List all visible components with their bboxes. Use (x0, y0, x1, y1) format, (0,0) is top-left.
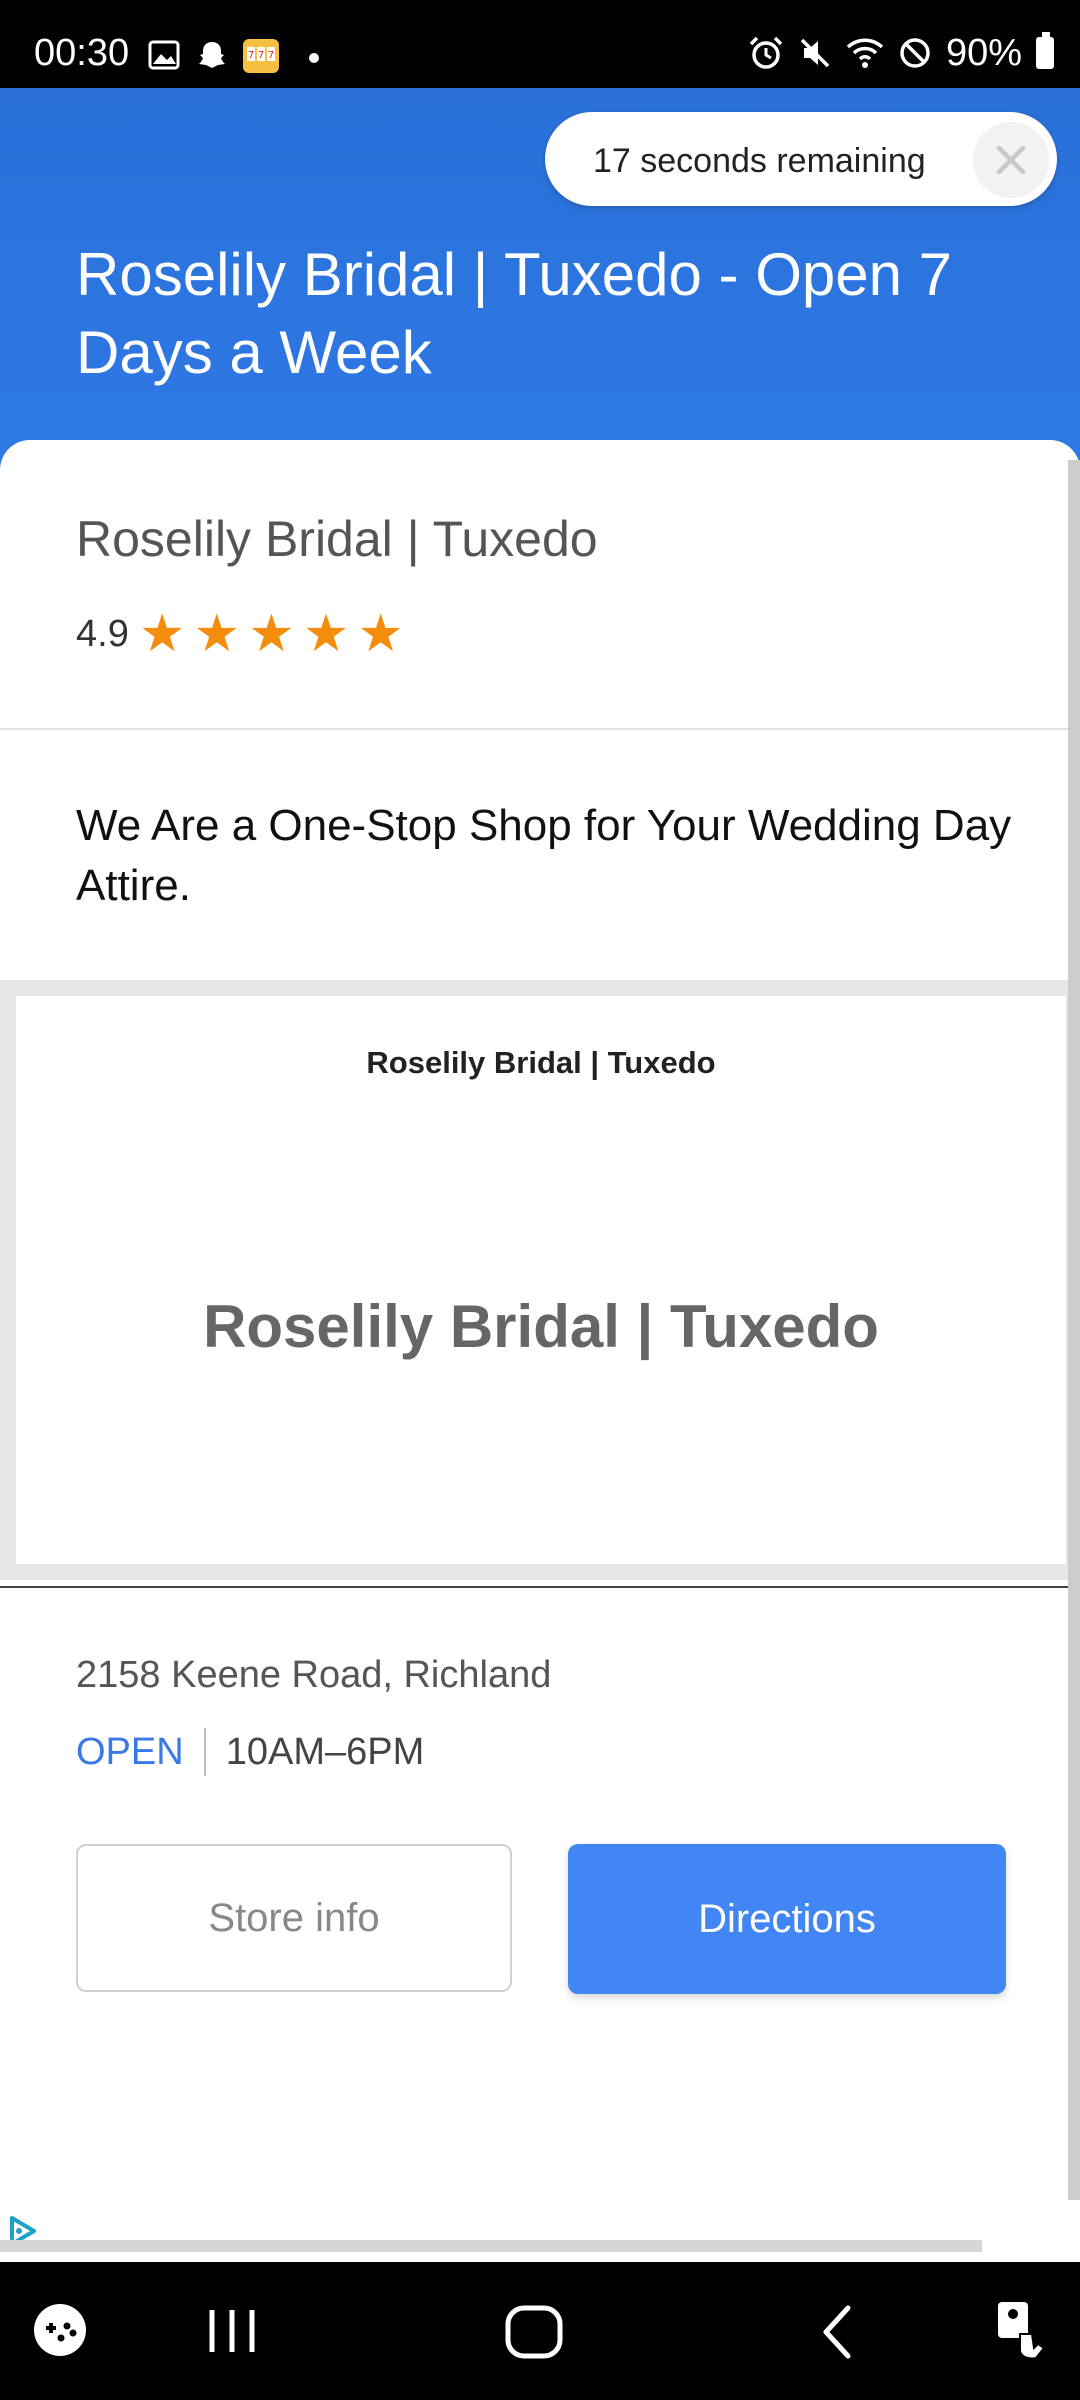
address: 2158 Keene Road, Richland (76, 1654, 552, 1696)
countdown-pill: 17 seconds remaining (545, 112, 1057, 206)
ad-strip (0, 2200, 1080, 2262)
ad-progress-bar (0, 2240, 982, 2252)
mute-icon (800, 38, 830, 68)
svg-text:7: 7 (268, 50, 274, 61)
open-status: OPEN (76, 1730, 184, 1773)
snapchat-icon (199, 42, 225, 68)
hours-separator (203, 1728, 206, 1776)
scrollbar[interactable] (1068, 460, 1080, 2200)
hours-time: 10AM–6PM (225, 1730, 425, 1773)
business-name[interactable]: Roselily Bridal | Tuxedo (76, 510, 598, 568)
do-not-disturb-icon (900, 38, 930, 68)
wifi-icon (846, 38, 884, 68)
star-icon: ★ (302, 605, 350, 663)
image-small-text: Roselily Bridal | Tuxedo (366, 1045, 716, 1080)
slot-game-icon: 7 7 7 (243, 39, 279, 73)
business-card: Roselily Bridal | Tuxedo 4.9 ★ ★ ★ ★ ★ W… (0, 440, 1080, 2240)
image-large-text: Roselily Bridal | Tuxedo (203, 1293, 879, 1360)
svg-text:7: 7 (248, 50, 254, 61)
recent-apps-icon[interactable] (204, 2306, 260, 2356)
dot-icon (309, 53, 319, 63)
svg-text:7: 7 (258, 50, 264, 61)
close-icon (996, 145, 1026, 175)
gallery-icon (148, 40, 180, 70)
battery-icon (1036, 32, 1054, 69)
alarm-icon (749, 36, 783, 69)
ad-title[interactable]: Roselily Bridal | Tuxedo - Open 7 Days a… (76, 236, 1036, 392)
battery-percent: 90% (945, 32, 1022, 74)
star-icon: ★ (248, 605, 295, 663)
countdown-text: 17 seconds remaining (593, 142, 926, 180)
rating-value: 4.9 (76, 612, 129, 655)
status-bar: 00:30 7 7 7 90% (0, 0, 1080, 88)
back-icon[interactable] (818, 2304, 858, 2360)
game-launcher-icon[interactable] (32, 2302, 88, 2358)
hours-row: OPEN 10AM–6PM (76, 1728, 424, 1776)
directions-button[interactable]: Directions (568, 1844, 1006, 1994)
status-time: 00:30 (34, 32, 130, 74)
store-info-button[interactable]: Store info (76, 1844, 512, 1992)
image-inner: Roselily Bridal | Tuxedo Roselily Bridal… (16, 996, 1066, 1564)
home-icon[interactable] (504, 2304, 564, 2360)
divider (0, 1586, 1080, 1588)
ad-image[interactable]: Roselily Bridal | Tuxedo Roselily Bridal… (0, 980, 1080, 1580)
star-icon: ★ (138, 605, 186, 663)
navigation-bar (0, 2262, 1080, 2400)
ad-header: 17 seconds remaining Roselily Bridal | T… (0, 88, 1080, 488)
tagline[interactable]: We Are a One-Stop Shop for Your Wedding … (76, 796, 1036, 916)
close-button[interactable] (973, 122, 1049, 198)
divider (0, 728, 1080, 730)
rating: 4.9 ★ ★ ★ ★ ★ (76, 608, 412, 660)
accessibility-icon[interactable] (994, 2298, 1050, 2362)
status-right: 90% (748, 32, 1054, 74)
star-icon: ★ (193, 605, 241, 663)
star-icon: ★ (357, 605, 404, 663)
